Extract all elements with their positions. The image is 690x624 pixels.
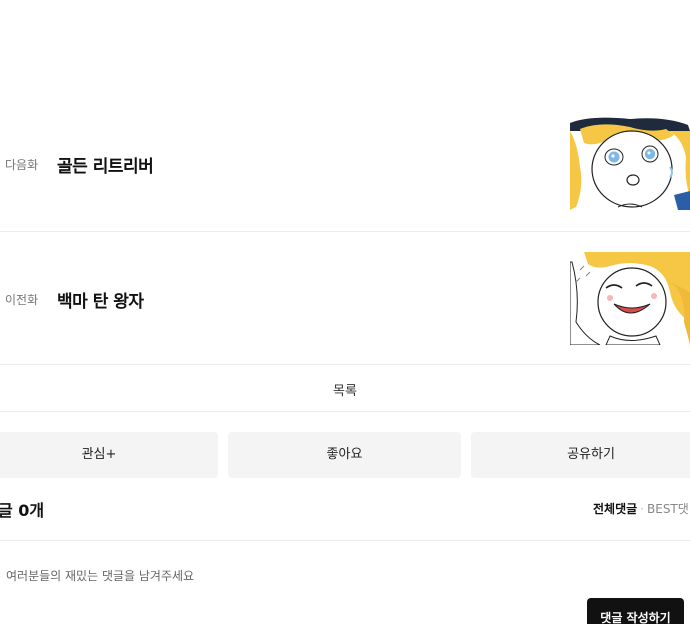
next-episode-thumbnail-art bbox=[570, 117, 690, 210]
next-episode-label: 다음화 bbox=[5, 158, 39, 172]
next-episode-row[interactable]: 다음화 골든 리트리버 bbox=[0, 97, 690, 231]
prev-episode-label: 이전화 bbox=[5, 293, 39, 307]
write-comment-button[interactable]: 댓글 작성하기 bbox=[587, 598, 684, 624]
share-button[interactable]: 공유하기 bbox=[471, 432, 690, 478]
episode-list-label: 목록 bbox=[333, 384, 357, 399]
prev-episode-row[interactable]: 이전화 백마 탄 왕자 bbox=[0, 231, 690, 365]
interest-button[interactable]: 관심+ bbox=[0, 432, 218, 478]
episode-list-button[interactable]: 목록 bbox=[0, 364, 690, 412]
next-episode-title[interactable]: 골든 리트리버 bbox=[57, 152, 154, 177]
comment-divider bbox=[0, 540, 690, 541]
comment-sort-tabs: 전체댓글 · BEST댓 bbox=[593, 500, 689, 517]
like-button[interactable]: 좋아요 bbox=[228, 432, 461, 478]
sort-all-comments-tab[interactable]: 전체댓글 bbox=[593, 502, 637, 516]
prev-episode-title[interactable]: 백마 탄 왕자 bbox=[57, 287, 144, 312]
sort-separator: · bbox=[640, 502, 644, 516]
prev-episode-thumbnail-art bbox=[570, 252, 690, 345]
prev-episode-thumbnail[interactable] bbox=[570, 252, 690, 345]
sort-best-comments-tab[interactable]: BEST댓 bbox=[647, 502, 689, 516]
comment-input[interactable]: 여러분들의 재밌는 댓글을 남겨주세요 bbox=[6, 567, 194, 584]
next-episode-thumbnail[interactable] bbox=[570, 117, 690, 210]
comment-count: 글 0개 bbox=[0, 501, 45, 520]
